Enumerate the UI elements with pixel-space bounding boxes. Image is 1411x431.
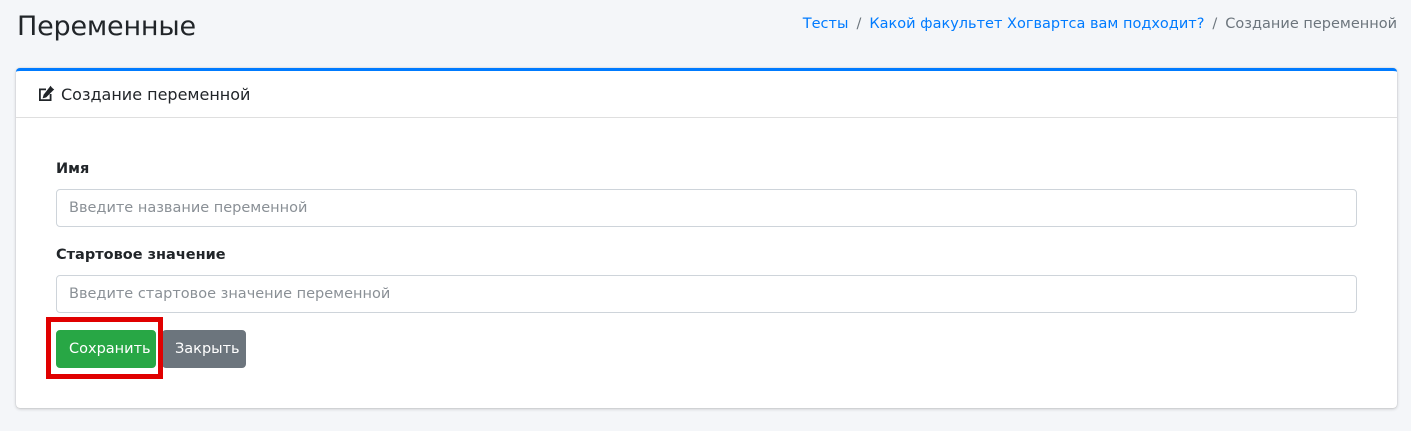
start-value-label: Стартовое значение — [56, 247, 226, 263]
breadcrumb: Тесты / Какой факультет Хогвартса вам по… — [803, 16, 1397, 32]
breadcrumb-item-tests[interactable]: Тесты — [803, 16, 849, 32]
card-title: Создание переменной — [36, 84, 250, 104]
name-label: Имя — [56, 161, 90, 177]
name-input[interactable] — [56, 189, 1357, 227]
breadcrumb-item-current: Создание переменной — [1225, 16, 1397, 32]
breadcrumb-separator: / — [856, 16, 862, 32]
breadcrumb-separator: / — [1212, 16, 1218, 32]
card-header: Создание переменной — [16, 71, 1397, 118]
edit-icon — [36, 84, 56, 104]
breadcrumb-item-test[interactable]: Какой факультет Хогвартса вам подходит? — [869, 16, 1204, 32]
close-button[interactable]: Закрыть — [162, 330, 246, 368]
create-variable-card: Создание переменной Имя Стартовое значен… — [16, 68, 1397, 408]
start-value-input[interactable] — [56, 275, 1357, 313]
save-button[interactable]: Сохранить — [56, 330, 156, 368]
card-title-text: Создание переменной — [61, 84, 251, 104]
page-title: Переменные — [17, 11, 196, 42]
page-header: Переменные Тесты / Какой факультет Хогва… — [0, 0, 1411, 60]
